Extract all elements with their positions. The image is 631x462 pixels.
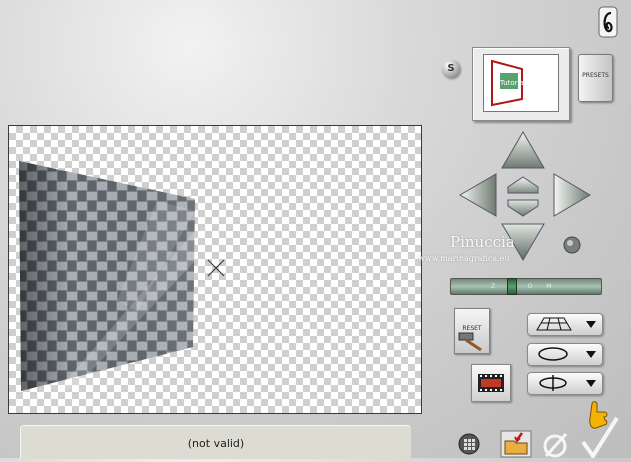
presets-button[interactable]: PRESETS: [578, 54, 613, 102]
zoom-label: Z O O M: [491, 283, 558, 290]
presets-label: PRESETS: [582, 72, 609, 79]
help-icon[interactable]: [598, 6, 618, 38]
rotate-ellipse-icon: [538, 347, 568, 361]
status-bar: (not valid): [20, 425, 411, 459]
watermark-url: www.marinagrafica.eu: [418, 254, 510, 263]
arrow-right-button[interactable]: [552, 172, 592, 218]
preview-canvas[interactable]: [8, 125, 422, 414]
ok-checkmark-icon[interactable]: [580, 416, 620, 458]
small-down-button[interactable]: [507, 199, 539, 217]
open-folder-icon[interactable]: [500, 430, 532, 458]
axis-rotation-dropdown[interactable]: [527, 372, 603, 395]
reset-button[interactable]: RESET: [454, 308, 490, 354]
watermark-name: Pinuccia: [450, 233, 515, 251]
zoom-slider[interactable]: Z O O M: [450, 278, 602, 295]
s-button[interactable]: S: [442, 60, 460, 78]
rotate-knob-icon[interactable]: [563, 236, 581, 254]
preset-thumbnail-image: Tutorial: [483, 54, 559, 112]
film-strip-icon: [478, 374, 504, 392]
cancel-icon[interactable]: [542, 430, 570, 458]
perspective-grid-dropdown[interactable]: [527, 313, 603, 336]
arrow-up-button[interactable]: [500, 130, 546, 170]
thumbnail-text: Tutorial: [499, 79, 526, 87]
hammer-icon: [458, 332, 482, 351]
x-crosshair-icon: [207, 259, 225, 277]
status-message: (not valid): [187, 437, 245, 450]
rotation-dropdown[interactable]: [527, 343, 603, 366]
woven-image: [19, 161, 195, 391]
arrow-left-button[interactable]: [458, 172, 498, 218]
zoom-slider-thumb[interactable]: [507, 278, 517, 295]
axis-rotate-icon: [539, 375, 567, 391]
grid-toggle-icon[interactable]: [458, 433, 480, 455]
film-preview-button[interactable]: [471, 364, 511, 402]
perspective-grid-icon: [536, 317, 572, 331]
preset-preview[interactable]: Tutorial: [472, 47, 570, 121]
small-up-button[interactable]: [507, 176, 539, 194]
